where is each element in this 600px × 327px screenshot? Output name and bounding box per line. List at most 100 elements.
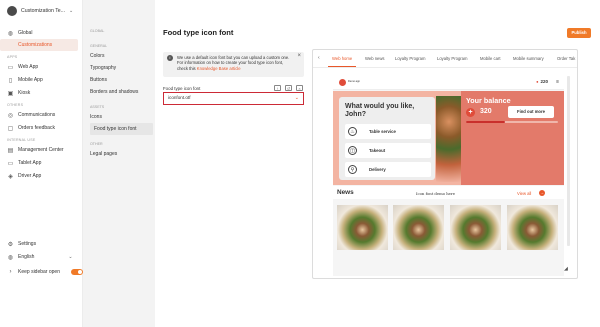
tablet-icon: ▭ [7, 160, 14, 167]
sidebar-footer: ⚙ Settings ◍ English ⌄ › Keep sidebar op… [0, 238, 83, 278]
balance-progress-fill [466, 121, 505, 123]
sidebar-item-tablet-app[interactable]: ▭ Tablet App [0, 157, 83, 169]
tab-loyalty-program-2[interactable]: Loyalty Program [437, 56, 468, 61]
knowledge-base-link[interactable]: Knowledge Base article [197, 66, 241, 71]
tab-order-taking[interactable]: Order Tak [557, 56, 575, 61]
news-title: News [337, 189, 354, 196]
megaphone-icon: ◎ [7, 112, 14, 119]
preview-tabs: ‹ Web home Web news Loyalty Program Loya… [313, 50, 577, 68]
tab-mobile-summary[interactable]: Mobile summary [513, 56, 544, 61]
chevron-down-icon: ⌄ [68, 254, 73, 260]
sidebar-item-web-app[interactable]: ▭ Web App [0, 61, 83, 73]
keep-sidebar-open-toggle[interactable] [70, 269, 83, 275]
sidebar-item-mobile-app[interactable]: ▯ Mobile App [0, 74, 83, 86]
sidebar-item-label: Kiosk [18, 90, 31, 96]
news-thumbnail[interactable] [507, 205, 558, 250]
keep-sidebar-open-label: Keep sidebar open [18, 269, 60, 275]
preview-scrollbar[interactable] [567, 76, 570, 246]
sidebar-item-customizations[interactable]: Customizations [0, 39, 78, 51]
food-image [436, 96, 462, 182]
news-thumbnail[interactable] [450, 205, 501, 250]
submenu-item-borders[interactable]: Borders and shadows [83, 86, 155, 98]
page-title: Food type icon font [163, 28, 234, 37]
hero-section: What would you like, John? ♨ Table servi… [333, 91, 564, 185]
brand-switcher[interactable]: Customization Te... ⌄ [7, 6, 73, 16]
sidebar-item-orders-feedback[interactable]: ▢ Orders feedback [0, 122, 83, 134]
tab-web-news[interactable]: Web news [365, 56, 384, 61]
plus-icon[interactable]: + [466, 108, 475, 117]
sidebar-item-settings[interactable]: ⚙ Settings [0, 238, 83, 250]
option-table-service[interactable]: ♨ Table service [345, 124, 431, 139]
preview-panel: ‹ Web home Web news Loyalty Program Loya… [312, 49, 578, 279]
sidebar-item-label: Orders feedback [18, 125, 55, 131]
news-thumbnail[interactable] [393, 205, 444, 250]
menu-icon: ≡ [556, 79, 559, 85]
globe-icon: ◍ [7, 254, 14, 261]
app-header: Demo app 220 ≡ [333, 76, 564, 90]
tab-mobile-cart[interactable]: Mobile cart [480, 56, 500, 61]
keep-sidebar-open-row: › Keep sidebar open [0, 266, 83, 278]
resize-handle-icon[interactable]: ◢ [564, 266, 568, 272]
sidebar-item-kiosk[interactable]: ▣ Kiosk [0, 87, 83, 99]
submenu-item-buttons[interactable]: Buttons [83, 74, 155, 86]
monitor-icon: ▭ [7, 64, 14, 71]
upload-icon[interactable]: ↑ [274, 85, 281, 91]
reset-icon[interactable]: ↺ [285, 85, 292, 91]
main-sidebar: Customization Te... ⌄ ◍ Global Customiza… [0, 0, 83, 327]
sidebar-item-communications[interactable]: ◎ Communications [0, 109, 83, 121]
order-type-card: What would you like, John? ♨ Table servi… [339, 97, 435, 180]
submenu-item-icons[interactable]: Icons [83, 111, 155, 123]
sidebar-item-label: Driver App [18, 173, 42, 179]
sidebar-group-others: OTHERS [7, 103, 24, 107]
takeout-icon: ◫ [348, 146, 357, 155]
sidebar-item-label: Web App [18, 64, 39, 70]
balance-title: Your balance [466, 96, 511, 105]
sidebar-item-label: Tablet App [18, 160, 42, 166]
balance-progress [466, 121, 558, 123]
info-icon: i [167, 55, 173, 61]
submenu-item-legal-pages[interactable]: Legal pages [83, 148, 155, 160]
submenu-item-colors[interactable]: Colors [83, 50, 155, 62]
sidebar-nav: ◍ Global Customizations APPS ▭ Web App ▯… [0, 27, 83, 182]
settings-submenu: GLOBAL GENERAL Colors Typography Buttons… [83, 0, 155, 327]
publish-button[interactable]: Publish [567, 28, 591, 38]
sidebar-item-label: Settings [18, 241, 37, 247]
language-label: English [18, 254, 35, 260]
delivery-icon: ⚲ [348, 165, 357, 174]
tab-web-home[interactable]: Web home [332, 56, 352, 61]
option-label: Table service [369, 129, 396, 134]
feedback-icon: ▢ [7, 125, 14, 132]
field-label: Food type icon font [163, 86, 201, 91]
points-badge: 220 [536, 79, 548, 84]
sidebar-item-label: Management Center [18, 147, 64, 153]
news-header: News Icon font demo here View all → [333, 186, 564, 199]
icon-font-select[interactable]: iconfont.otf ⌄ [163, 92, 304, 105]
phone-icon: ▯ [8, 77, 13, 84]
sidebar-item-management-center[interactable]: ▤ Management Center [0, 144, 83, 156]
collapse-icon: › [9, 269, 12, 275]
balance-card: Your balance + 320 Find out more [461, 91, 564, 185]
submenu-group-general: GENERAL [90, 44, 108, 48]
table-service-icon: ♨ [348, 127, 357, 136]
delete-icon[interactable]: × [296, 85, 303, 91]
arrow-right-icon[interactable]: → [539, 190, 545, 196]
tab-loyalty-program[interactable]: Loyalty Program [395, 56, 426, 61]
driver-icon: ◈ [8, 173, 13, 180]
sidebar-item-driver-app[interactable]: ◈ Driver App [0, 170, 83, 182]
close-icon[interactable]: × [297, 53, 301, 59]
sidebar-item-global[interactable]: ◍ Global [0, 27, 83, 39]
submenu-item-typography[interactable]: Typography [83, 62, 155, 74]
chevron-left-icon[interactable]: ‹ [318, 55, 320, 61]
order-type-title: What would you like, John? [345, 103, 415, 118]
app-preview: Demo app 220 ≡ What would you like, John… [333, 76, 564, 276]
option-delivery[interactable]: ⚲ Delivery [345, 162, 431, 177]
language-selector[interactable]: ◍ English ⌄ [0, 251, 83, 263]
find-out-more-button[interactable]: Find out more [508, 106, 554, 118]
news-subtitle: Icon font demo here [416, 191, 455, 196]
gear-icon: ⚙ [7, 241, 14, 248]
submenu-item-food-icon-font[interactable]: Food type icon font [90, 123, 153, 135]
view-all-link[interactable]: View all [517, 191, 531, 196]
news-thumbnail[interactable] [337, 205, 388, 250]
globe-icon: ◍ [7, 30, 14, 37]
option-takeout[interactable]: ◫ Takeout [345, 143, 431, 158]
